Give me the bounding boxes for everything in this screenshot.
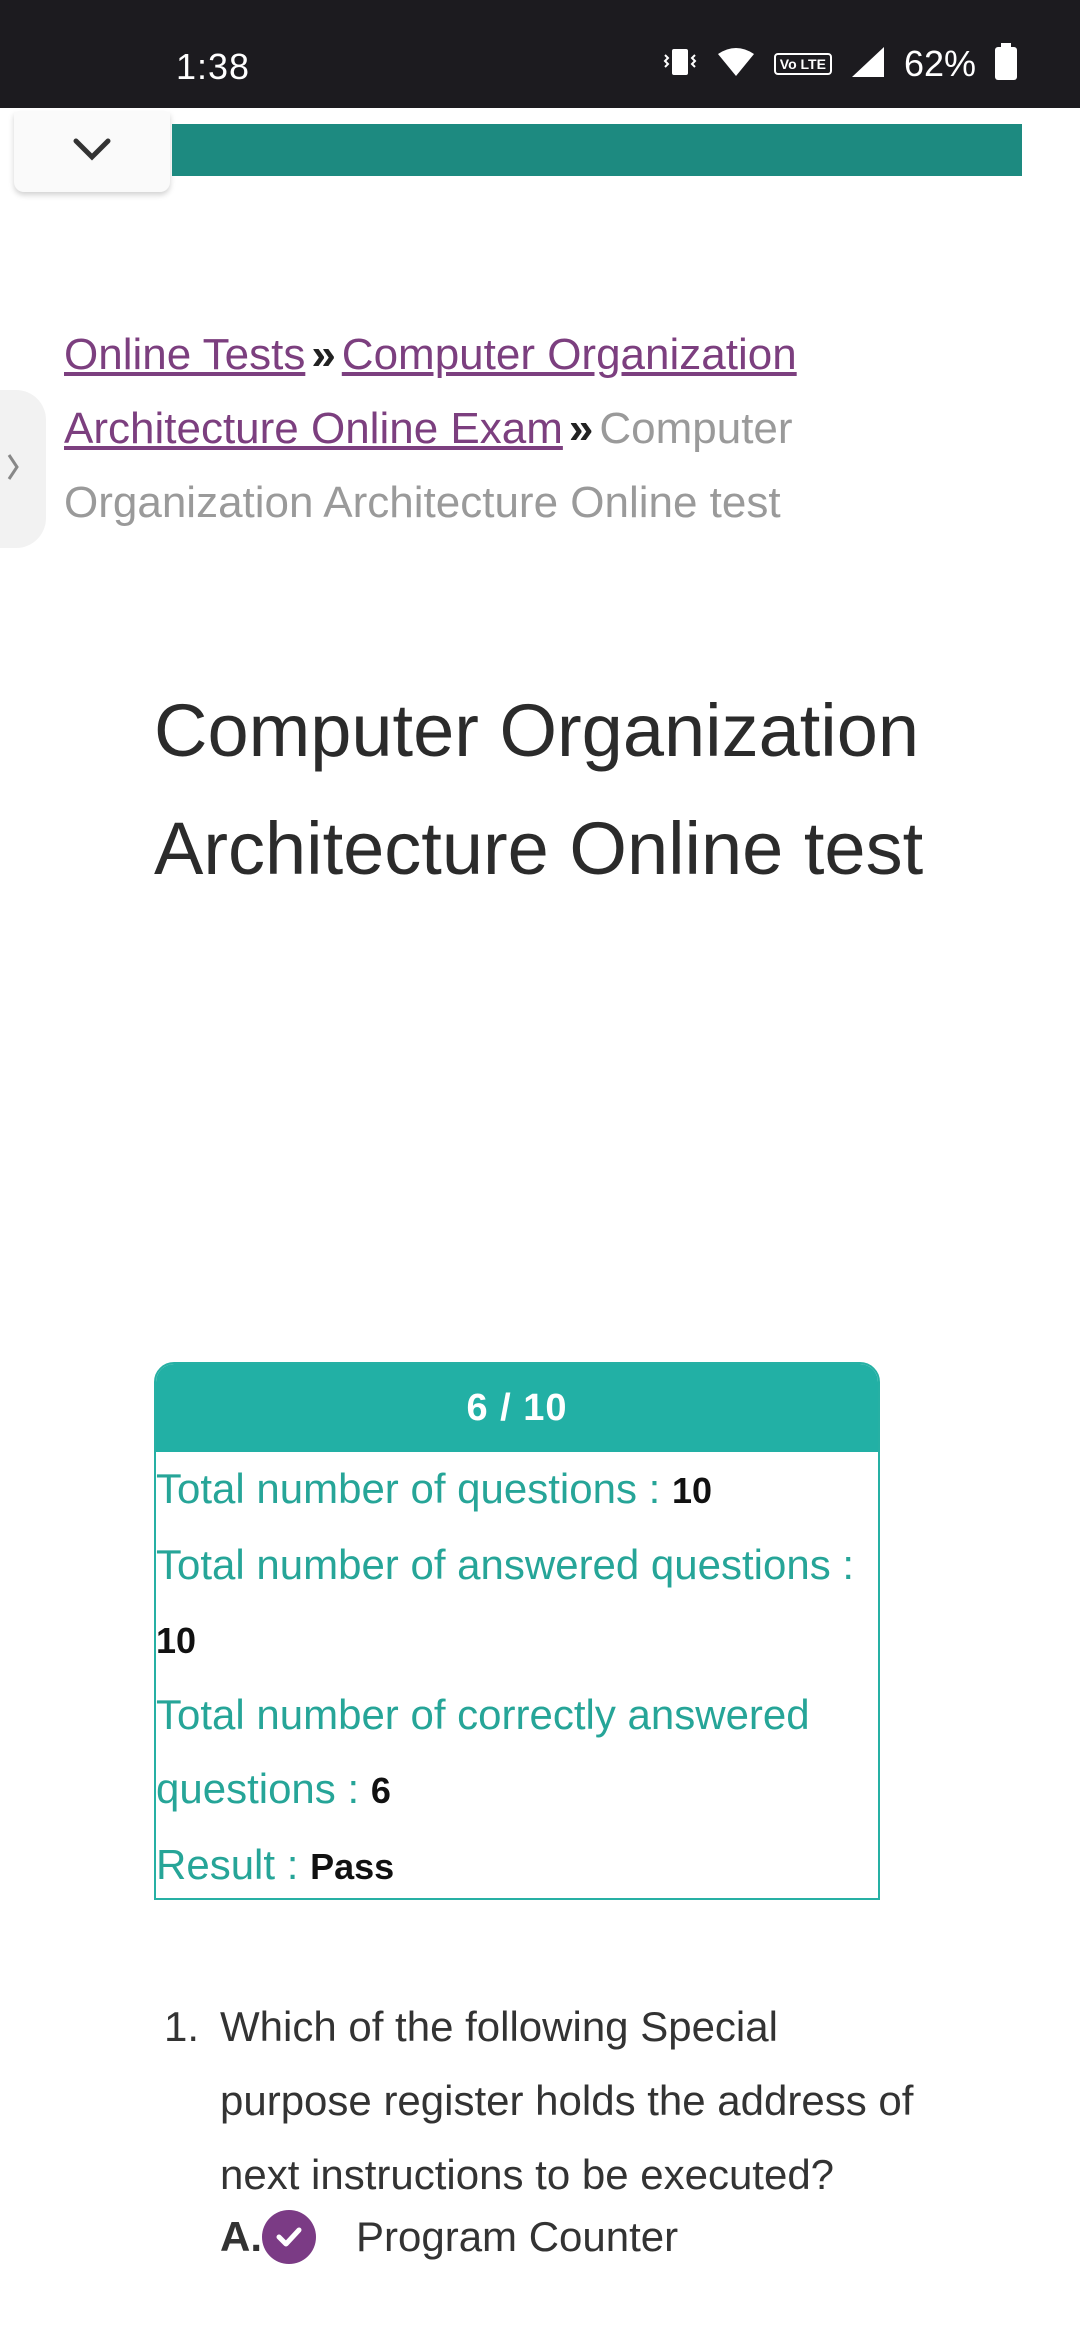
- status-icons: Vo LTE 62%: [662, 42, 1018, 86]
- breadcrumb-separator: »: [568, 404, 594, 453]
- wifi-icon: [716, 46, 756, 83]
- breadcrumb: Online Tests» Computer Organization Archi…: [64, 318, 964, 540]
- volte-icon: Vo LTE: [773, 53, 832, 75]
- page-title: Computer Organization Architecture Onlin…: [154, 689, 924, 890]
- correct-answers-label: Total number of correctly answered quest…: [156, 1691, 810, 1812]
- vibrate-icon: [662, 47, 698, 82]
- total-questions-label: Total number of questions :: [156, 1465, 672, 1512]
- battery-icon: [994, 42, 1018, 86]
- breadcrumb-separator: »: [311, 330, 336, 379]
- option-letter: A.: [220, 2213, 262, 2260]
- signal-icon: [850, 45, 886, 84]
- total-questions-row: Total number of questions : 10: [156, 1452, 878, 1528]
- option-text: Program Counter: [356, 2213, 679, 2260]
- result-details: Total number of questions : 10 Total num…: [156, 1452, 878, 1898]
- breadcrumb-link-online-tests[interactable]: Online Tests: [64, 330, 305, 379]
- correct-answers-value: 6: [370, 1770, 391, 1811]
- result-card: 6 / 10 Total number of questions : 10 To…: [154, 1362, 880, 1900]
- answered-questions-value: 10: [156, 1620, 197, 1661]
- correct-answers-row: Total number of correctly answered quest…: [156, 1678, 878, 1828]
- status-bar: 1:38 Vo LTE 62%: [0, 0, 1080, 108]
- result-value: Pass: [310, 1846, 395, 1887]
- battery-percent: 62%: [903, 43, 976, 84]
- answered-questions-label: Total number of answered questions :: [156, 1541, 855, 1588]
- result-label: Result :: [156, 1841, 311, 1888]
- header-banner: [172, 124, 1022, 176]
- question-text: Which of the following Special purpose r…: [220, 2003, 914, 2198]
- check-icon: [262, 2210, 316, 2264]
- chevron-down-icon: [72, 137, 112, 168]
- side-drawer-handle[interactable]: [0, 390, 46, 548]
- total-questions-value: 10: [671, 1470, 713, 1511]
- result-row: Result : Pass: [156, 1828, 878, 1898]
- score-header: 6 / 10: [156, 1364, 878, 1452]
- question-number: 1.: [164, 2003, 200, 2050]
- question-item: 1. Which of the following Special purpos…: [164, 1990, 924, 2212]
- answered-questions-row: Total number of answered questions : 10: [156, 1528, 878, 1678]
- answer-option-a[interactable]: A. Program Counter: [220, 2200, 920, 2274]
- status-time: 1:38: [176, 46, 251, 87]
- collapse-toggle-button[interactable]: [14, 112, 170, 192]
- chevron-right-icon: [6, 452, 20, 487]
